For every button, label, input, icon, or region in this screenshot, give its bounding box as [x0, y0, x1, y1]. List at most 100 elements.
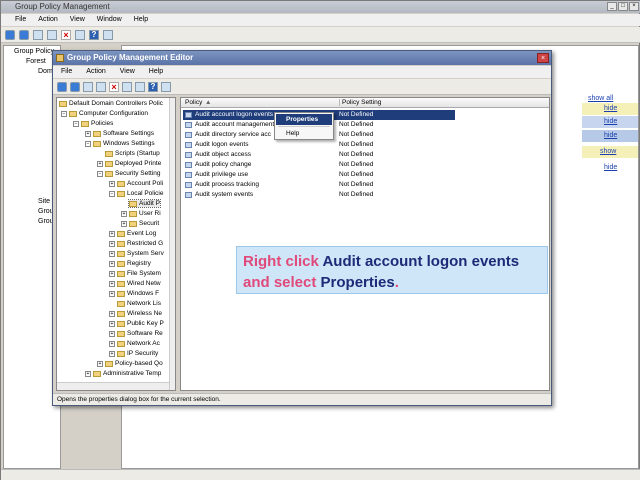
policy-row[interactable]: Audit object access Not Defined: [183, 150, 455, 160]
show-link[interactable]: show: [600, 148, 616, 155]
back-arrow-icon[interactable]: [5, 30, 15, 40]
up-folder-icon[interactable]: [33, 30, 43, 40]
tree-node-event-log[interactable]: + Event Log: [109, 230, 156, 237]
tree-node-security-settings[interactable]: − Security Setting: [97, 170, 161, 177]
refresh-icon[interactable]: [75, 30, 85, 40]
tree-node-public-key[interactable]: + Public Key P: [109, 320, 164, 327]
folder-icon: [117, 270, 125, 277]
folder-icon: [117, 310, 125, 317]
tree-node-wired-network[interactable]: + Wired Netw: [109, 280, 161, 287]
callout-text-3: and select: [243, 274, 321, 291]
tree-node-computer-configuration[interactable]: − Computer Configuration: [61, 110, 148, 117]
policy-row[interactable]: Audit system events Not Defined: [183, 190, 455, 200]
tree-node-software-restriction[interactable]: + Software Re: [109, 330, 163, 337]
policy-icon: [185, 182, 192, 188]
sort-ascending-icon: ▲: [205, 99, 212, 106]
policy-row[interactable]: Audit logon events Not Defined: [183, 140, 455, 150]
tree-node-software-settings[interactable]: + Software Settings: [85, 130, 154, 137]
show-hide-tree-icon[interactable]: [47, 30, 57, 40]
tree-node-deployed-printers[interactable]: + Deployed Printe: [97, 160, 161, 167]
tree-node-audit-policy[interactable]: Audit P: [128, 199, 161, 208]
properties-icon[interactable]: [122, 82, 132, 92]
gpme-menu-view[interactable]: View: [120, 68, 135, 75]
tree-node-user-rights[interactable]: + User Ri: [121, 210, 161, 217]
tree-node-windows-firewall[interactable]: + Windows F: [109, 290, 159, 297]
minimize-button[interactable]: _: [607, 2, 617, 11]
policy-row[interactable]: Audit privilege use Not Defined: [183, 170, 455, 180]
gpme-menu-file[interactable]: File: [61, 68, 72, 75]
delete-icon[interactable]: ×: [109, 82, 119, 92]
tree-node-registry[interactable]: + Registry: [109, 260, 151, 267]
gpmc-status-bar: [1, 469, 640, 480]
folder-icon: [117, 190, 125, 197]
hide-link-2[interactable]: hide: [604, 118, 617, 125]
tree-node-scripts[interactable]: Scripts (Startup: [105, 150, 160, 157]
tree-item-sites[interactable]: Site: [38, 198, 50, 205]
properties-icon[interactable]: [103, 30, 113, 40]
delete-icon[interactable]: ×: [61, 30, 71, 40]
context-menu-help[interactable]: Help: [276, 128, 332, 139]
tree-node-administrative-templates[interactable]: + Administrative Temp: [85, 370, 161, 377]
gpme-close-button[interactable]: ×: [537, 53, 549, 63]
column-header-policy-setting[interactable]: Policy Setting: [339, 99, 381, 106]
menu-action[interactable]: Action: [38, 16, 57, 23]
tree-horizontal-scrollbar[interactable]: [57, 382, 169, 390]
printer-icon: [105, 160, 113, 167]
context-menu-properties[interactable]: Properties: [276, 114, 332, 125]
menu-view[interactable]: View: [70, 16, 85, 23]
policy-icon: [185, 172, 192, 178]
gpmc-title-bar: Group Policy Management _ □ ×: [1, 1, 640, 13]
tree-item-domains[interactable]: Dom: [38, 68, 53, 75]
show-all-link[interactable]: show all: [588, 95, 613, 102]
gpme-menu-help[interactable]: Help: [149, 68, 163, 75]
menu-file[interactable]: File: [15, 16, 26, 23]
column-header-policy[interactable]: Policy: [185, 99, 202, 106]
show-action-pane-icon[interactable]: [161, 82, 171, 92]
tree-node-policies[interactable]: − Policies: [73, 120, 113, 127]
tree-node-local-policies[interactable]: − Local Policie: [109, 190, 164, 197]
tree-node-ip-security[interactable]: + IP Security: [109, 350, 158, 357]
maximize-button[interactable]: □: [618, 2, 628, 11]
export-list-icon[interactable]: [135, 82, 145, 92]
tree-node-account-policies[interactable]: + Account Poli: [109, 180, 163, 187]
forward-arrow-icon[interactable]: [19, 30, 29, 40]
callout-text-5: .: [394, 274, 399, 291]
hide-link-3[interactable]: hide: [604, 132, 617, 139]
help-icon[interactable]: ?: [89, 30, 99, 40]
gpme-menu-action[interactable]: Action: [86, 68, 105, 75]
tree-node-policy-based-qos[interactable]: + Policy-based Qo: [97, 360, 163, 367]
hide-link-1[interactable]: hide: [604, 105, 617, 112]
menu-help[interactable]: Help: [134, 16, 148, 23]
folder-icon: [117, 240, 125, 247]
folder-icon: [117, 230, 125, 237]
tree-node-network-list[interactable]: Network Lis: [117, 300, 161, 307]
tree-item-root[interactable]: Group Policy: [14, 48, 54, 55]
shield-icon: [117, 350, 125, 357]
context-menu: Properties Help: [274, 112, 334, 140]
policy-row[interactable]: Audit process tracking Not Defined: [183, 180, 455, 190]
tree-node-windows-settings[interactable]: − Windows Settings: [85, 140, 155, 147]
tree-node-system-services[interactable]: + System Serv: [109, 250, 164, 257]
tree-item-forest[interactable]: Forest: [26, 58, 46, 65]
security-icon: [105, 170, 113, 177]
tree-node-security-options[interactable]: + Securit: [121, 220, 159, 227]
folder-icon: [129, 200, 137, 207]
tree-node-network-access[interactable]: + Network Ac: [109, 340, 160, 347]
close-button[interactable]: ×: [629, 2, 639, 11]
tree-node-wireless-network[interactable]: + Wireless Ne: [109, 310, 162, 317]
help-icon[interactable]: ?: [148, 82, 158, 92]
tree-vertical-scrollbar[interactable]: [169, 98, 175, 390]
up-folder-icon[interactable]: [83, 82, 93, 92]
back-arrow-icon[interactable]: [57, 82, 67, 92]
tree-node-file-system[interactable]: + File System: [109, 270, 161, 277]
policy-row[interactable]: Audit policy change Not Defined: [183, 160, 455, 170]
tree-node-restricted-groups[interactable]: + Restricted G: [109, 240, 163, 247]
folder-icon: [93, 370, 101, 377]
show-hide-tree-icon[interactable]: [96, 82, 106, 92]
forward-arrow-icon[interactable]: [70, 82, 80, 92]
policy-icon: [185, 152, 192, 158]
menu-window[interactable]: Window: [97, 16, 122, 23]
tree-node-gpo[interactable]: Default Domain Controllers Polic: [59, 100, 163, 107]
hide-link-4[interactable]: hide: [604, 164, 617, 171]
gpmc-menu-bar: File Action View Window Help: [1, 14, 640, 26]
